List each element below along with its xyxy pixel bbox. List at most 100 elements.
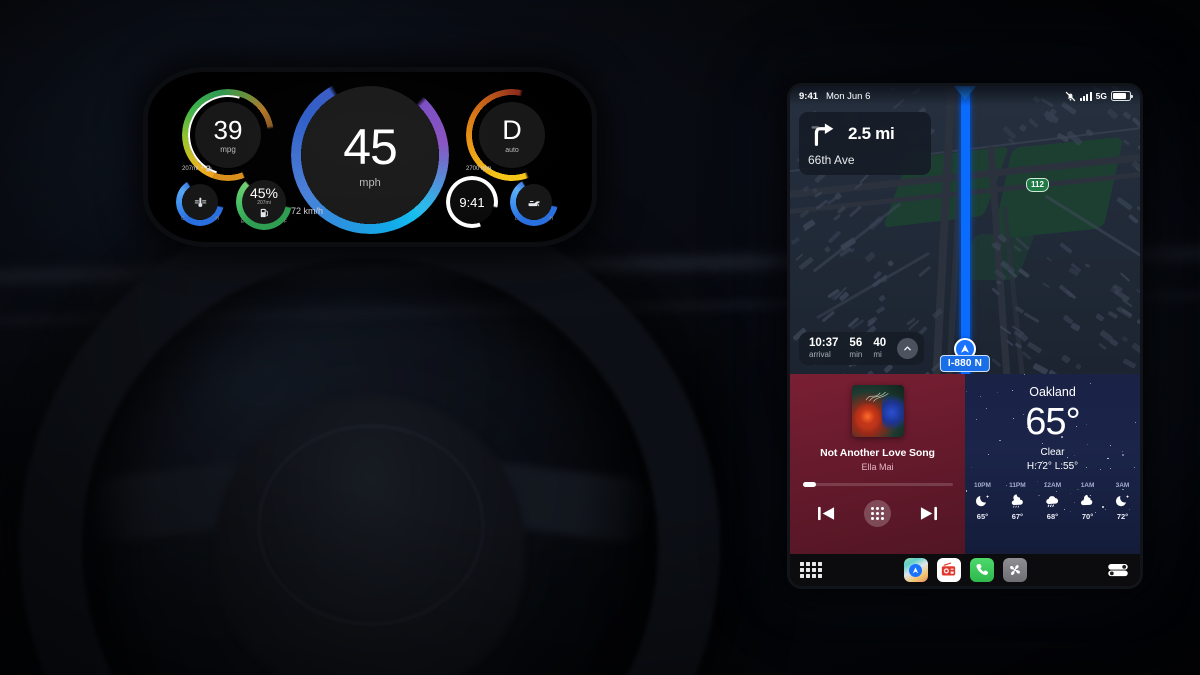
radio-icon xyxy=(941,562,956,575)
weather-hour-item: 12AM 68° xyxy=(1044,482,1061,521)
map-building xyxy=(1095,312,1106,322)
star xyxy=(1122,454,1124,456)
star xyxy=(1066,456,1068,458)
map-building xyxy=(790,236,800,245)
weather-hour-item: 10PM 65° xyxy=(974,482,991,521)
phone-app-icon[interactable] xyxy=(969,558,994,582)
now-playing-widget[interactable]: Not Another Love Song Ella Mai xyxy=(790,374,965,554)
clock-face: 9:41 xyxy=(450,180,494,224)
mpg-range-arrow: + xyxy=(200,165,204,172)
weather-hour-temp: 70° xyxy=(1081,512,1094,521)
map-building xyxy=(1026,341,1042,354)
star xyxy=(1109,468,1111,470)
map-building xyxy=(1014,305,1025,314)
coolant-low-label: C xyxy=(181,216,185,222)
radio-app-icon[interactable] xyxy=(936,558,961,582)
fuel-gauge: 45% 207mi E F xyxy=(236,174,292,230)
track-artist: Ella Mai xyxy=(861,462,894,472)
maps-pane[interactable]: 112 I-880 N 9:41 Mon Jun 6 5G 2.5 mi 66t… xyxy=(790,86,1140,374)
eta-card[interactable]: 10:37 arrival 56 min 40 mi xyxy=(799,332,925,365)
star xyxy=(999,439,1001,442)
maps-app-icon[interactable] xyxy=(903,558,928,582)
oil-pressure-face xyxy=(516,184,552,220)
weather-widget[interactable]: Oakland 65° Clear H:72° L:55° 10PM 65° 11P… xyxy=(965,374,1140,554)
map-building xyxy=(1020,350,1032,361)
map-building xyxy=(1013,244,1023,253)
map-building xyxy=(801,185,809,193)
star xyxy=(1107,457,1109,460)
maneuver-card[interactable]: 2.5 mi 66th Ave xyxy=(799,112,931,175)
map-building xyxy=(1059,241,1073,254)
weather-hour-temp: 65° xyxy=(976,512,989,521)
carplay-dock xyxy=(790,554,1140,586)
toggle-settings-icon xyxy=(1108,563,1128,577)
app-grid-button[interactable] xyxy=(864,500,891,527)
playback-progress-bar[interactable] xyxy=(802,482,953,487)
cloudy-night-icon xyxy=(1011,494,1023,508)
weather-hour-item: 1AM 70° xyxy=(1079,482,1096,521)
star xyxy=(1012,417,1015,420)
track-title: Not Another Love Song xyxy=(820,447,935,459)
climate-app-icon[interactable] xyxy=(1002,558,1027,582)
next-track-button[interactable] xyxy=(919,505,938,522)
map-building xyxy=(1018,267,1030,278)
oil-can-icon xyxy=(528,200,540,206)
map-building xyxy=(868,214,884,230)
star xyxy=(1012,389,1014,391)
status-bar-left: 9:41 Mon Jun 6 xyxy=(799,91,870,102)
map-building xyxy=(1084,263,1091,269)
settings-toggle-button[interactable] xyxy=(1107,563,1129,577)
map-building xyxy=(1123,138,1131,146)
oil-pressure-gauge: L H xyxy=(510,178,558,226)
map-building xyxy=(1131,342,1140,354)
coolant-temp-gauge: C H xyxy=(176,178,224,226)
map-building xyxy=(1115,196,1133,211)
weather-hour-label: 10PM xyxy=(973,482,991,489)
dock-app-list xyxy=(903,558,1027,582)
map-building xyxy=(1122,111,1133,121)
star xyxy=(1023,413,1025,415)
cluster-clock-time: 9:41 xyxy=(459,194,485,210)
fuel-pump-icon xyxy=(260,208,268,218)
map-building xyxy=(798,256,815,271)
previous-track-button[interactable] xyxy=(817,505,836,522)
star xyxy=(1122,451,1124,453)
weather-condition: Clear xyxy=(1040,447,1065,458)
map-building xyxy=(1008,138,1017,145)
navigation-arrow-icon xyxy=(912,566,919,573)
fuel-range: 207mi xyxy=(257,200,271,206)
star xyxy=(1085,423,1087,425)
star xyxy=(996,392,998,394)
star xyxy=(1042,443,1044,445)
speed-unit: mph xyxy=(359,176,381,189)
star xyxy=(1135,421,1137,423)
eta-expand-button[interactable] xyxy=(897,338,919,360)
fuel-percent: 45% xyxy=(249,185,279,201)
next-track-icon xyxy=(920,506,937,521)
speedometer-face: 45 mph xyxy=(301,86,439,224)
fuel-pump-icon xyxy=(206,165,212,172)
album-art-scribble xyxy=(865,391,889,402)
mpg-gauge: 39 mpg 207mi + xyxy=(173,80,283,190)
fuel-gauge-face: 45% 207mi xyxy=(242,180,286,224)
map-building xyxy=(997,233,1008,244)
star xyxy=(1024,374,1026,376)
speedometer-gauge: 45 mph 72 km/h xyxy=(291,76,449,234)
status-time: 9:41 xyxy=(799,90,819,102)
weather-high-low: H:72° L:55° xyxy=(1026,461,1079,472)
weather-hour-item: 11PM 67° xyxy=(1009,482,1026,521)
eta-arrival: 10:37 arrival xyxy=(809,337,838,360)
playback-controls xyxy=(817,500,938,527)
mpg-range: 207mi + xyxy=(182,165,212,172)
weather-hour-temp: 68° xyxy=(1046,512,1059,521)
maneuver-distance: 2.5 mi xyxy=(848,124,895,143)
map-building xyxy=(931,308,943,319)
fuel-full-label: F xyxy=(283,219,287,225)
climate-fan-icon xyxy=(1009,565,1020,575)
oil-low-label: L xyxy=(515,216,518,222)
app-library-button[interactable] xyxy=(799,558,823,582)
rain-icon xyxy=(1046,496,1059,508)
map-building xyxy=(878,294,886,303)
map-building xyxy=(1045,256,1052,262)
fuel-empty-label: E xyxy=(241,219,245,225)
